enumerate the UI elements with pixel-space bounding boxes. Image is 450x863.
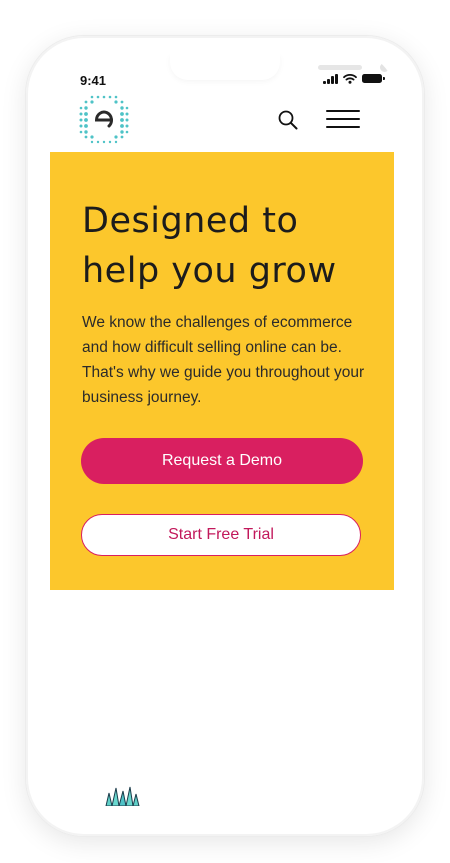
hero-title-line-1: Designed to <box>82 201 299 241</box>
speaker-grille <box>318 65 362 70</box>
search-button[interactable] <box>277 109 299 131</box>
status-icons <box>323 73 385 84</box>
request-demo-button[interactable]: Request a Demo <box>81 438 363 484</box>
hero-title: Designed to help you grow <box>82 196 372 296</box>
plant-illustration-icon <box>105 786 140 806</box>
hamburger-menu-icon[interactable] <box>326 108 362 130</box>
battery-icon <box>362 74 385 83</box>
phone-screen: 9:41 Designed to help you grow We know t… <box>50 54 394 814</box>
signal-icon <box>323 73 338 84</box>
front-camera <box>380 63 389 72</box>
hero-title-line-2: help you grow <box>82 251 337 291</box>
hero-description: We know the challenges of ecommerce and … <box>82 314 365 406</box>
hero-section: Designed to help you grow We know the ch… <box>50 152 394 590</box>
wifi-icon <box>343 74 357 84</box>
status-time: 9:41 <box>80 73 107 88</box>
search-icon <box>278 110 298 130</box>
start-free-trial-button[interactable]: Start Free Trial <box>81 514 361 556</box>
phone-notch <box>170 54 389 80</box>
e-logo-icon[interactable] <box>78 94 130 144</box>
